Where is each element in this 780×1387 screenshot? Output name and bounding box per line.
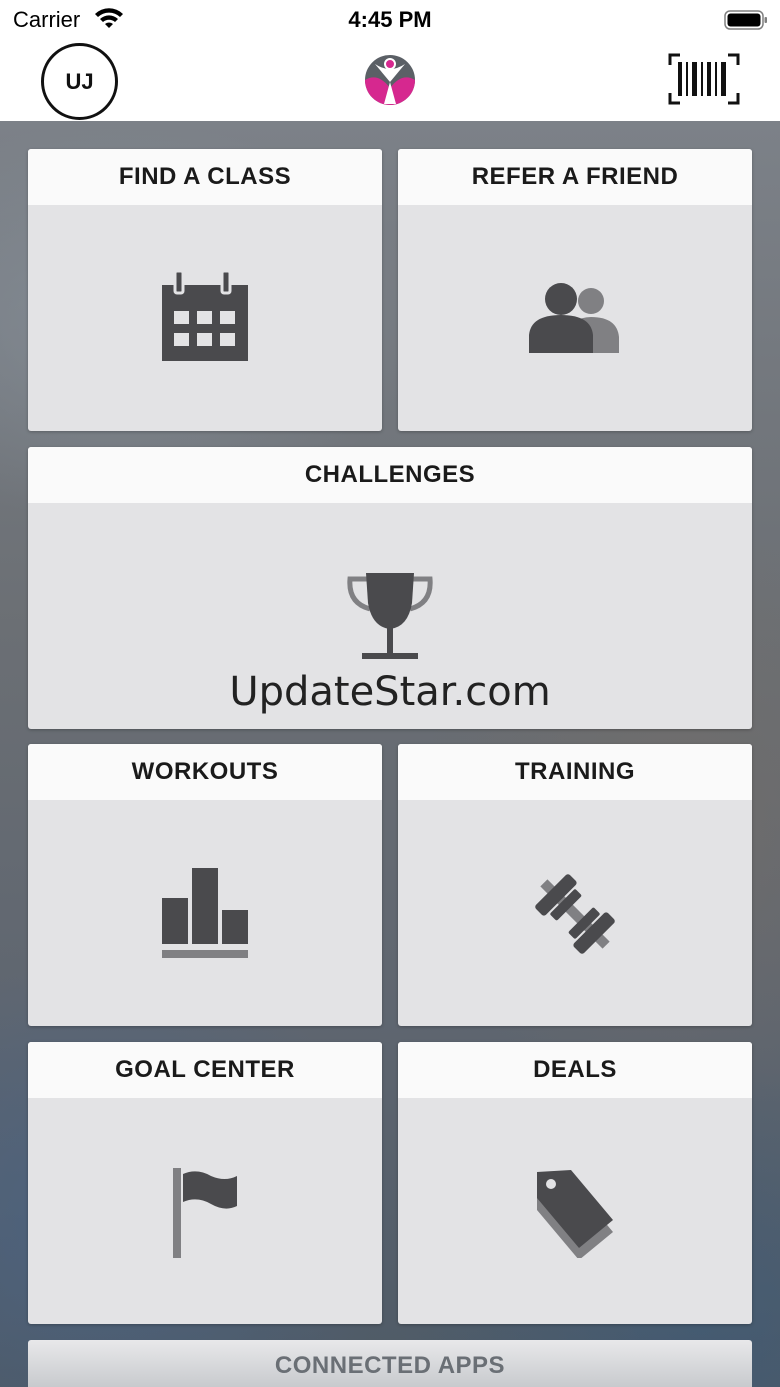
find-class-tile[interactable]: FIND A CLASS xyxy=(28,149,382,431)
workouts-tile[interactable]: WORKOUTS xyxy=(28,744,382,1026)
refer-friend-label: REFER A FRIEND xyxy=(398,149,752,205)
training-label: TRAINING xyxy=(398,744,752,800)
brand-logo-icon xyxy=(365,55,415,105)
profile-avatar-button[interactable]: UJ xyxy=(41,43,118,120)
deals-tile[interactable]: DEALS xyxy=(398,1042,752,1324)
barcode-scan-button[interactable] xyxy=(668,53,740,105)
status-time: 4:45 PM xyxy=(348,7,432,32)
connected-apps-tile[interactable]: CONNECTED APPS xyxy=(28,1340,752,1387)
training-tile[interactable]: TRAINING xyxy=(398,744,752,1026)
refer-friend-tile[interactable]: REFER A FRIEND xyxy=(398,149,752,431)
find-class-label: FIND A CLASS xyxy=(28,149,382,205)
bar-chart-icon xyxy=(162,868,248,958)
watermark-text: UpdateStar.com xyxy=(229,669,551,715)
battery-icon xyxy=(724,10,767,30)
calendar-icon xyxy=(162,271,248,361)
goal-center-tile[interactable]: GOAL CENTER xyxy=(28,1042,382,1324)
dumbbell-icon xyxy=(535,874,615,954)
deals-label: DEALS xyxy=(398,1042,752,1098)
flag-icon xyxy=(173,1168,237,1258)
connected-apps-label: CONNECTED APPS xyxy=(274,1352,506,1379)
tag-icon xyxy=(537,1170,613,1258)
goal-center-label: GOAL CENTER xyxy=(28,1042,382,1098)
avatar-initials: UJ xyxy=(65,68,94,94)
nav-bar: UJ xyxy=(0,40,780,121)
users-icon xyxy=(529,283,619,353)
status-bar: Carrier 4:45 PM xyxy=(0,0,780,40)
dashboard-grid: FIND A CLASS REFER A FRIEND CHALLENGES U… xyxy=(0,121,780,1387)
challenges-tile[interactable]: CHALLENGES UpdateStar.com xyxy=(28,447,752,729)
challenges-label: CHALLENGES xyxy=(28,447,752,503)
workouts-label: WORKOUTS xyxy=(28,744,382,800)
trophy-icon xyxy=(347,573,433,659)
